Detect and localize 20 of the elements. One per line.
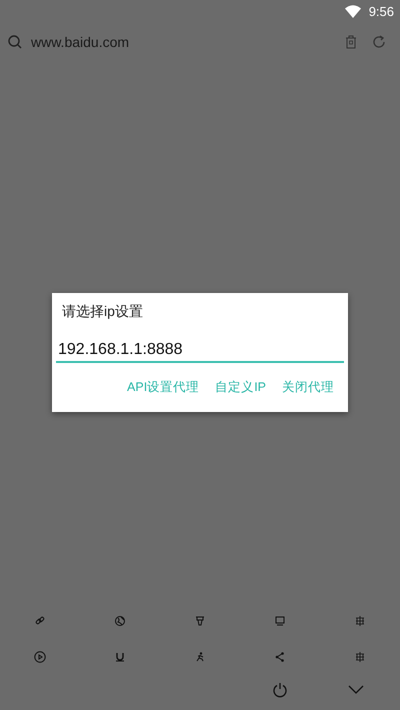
grid-icon[interactable]: [355, 616, 365, 626]
grid-icon[interactable]: [355, 652, 365, 662]
trash-icon[interactable]: [345, 35, 357, 49]
status-time: 9:56: [368, 4, 394, 18]
search-icon[interactable]: [8, 35, 22, 49]
globe-icon[interactable]: [115, 616, 125, 626]
url-text[interactable]: www.baidu.com: [31, 34, 336, 50]
refresh-icon[interactable]: [372, 35, 386, 49]
play-icon[interactable]: [34, 651, 46, 663]
wifi-icon: [344, 4, 361, 18]
power-icon[interactable]: [272, 682, 288, 698]
dialog-title: 请选择ip设置: [61, 302, 144, 320]
monitor-icon[interactable]: [275, 616, 285, 626]
chevron-down-icon[interactable]: [348, 685, 364, 695]
dialog-button[interactable]: API设置代理: [121, 372, 206, 406]
runner-icon[interactable]: [195, 652, 205, 662]
share-icon[interactable]: [275, 652, 285, 662]
dialog-button[interactable]: 自定义IP: [209, 372, 272, 406]
link-icon[interactable]: [35, 616, 45, 626]
dialog-button[interactable]: 关闭代理: [276, 372, 340, 406]
